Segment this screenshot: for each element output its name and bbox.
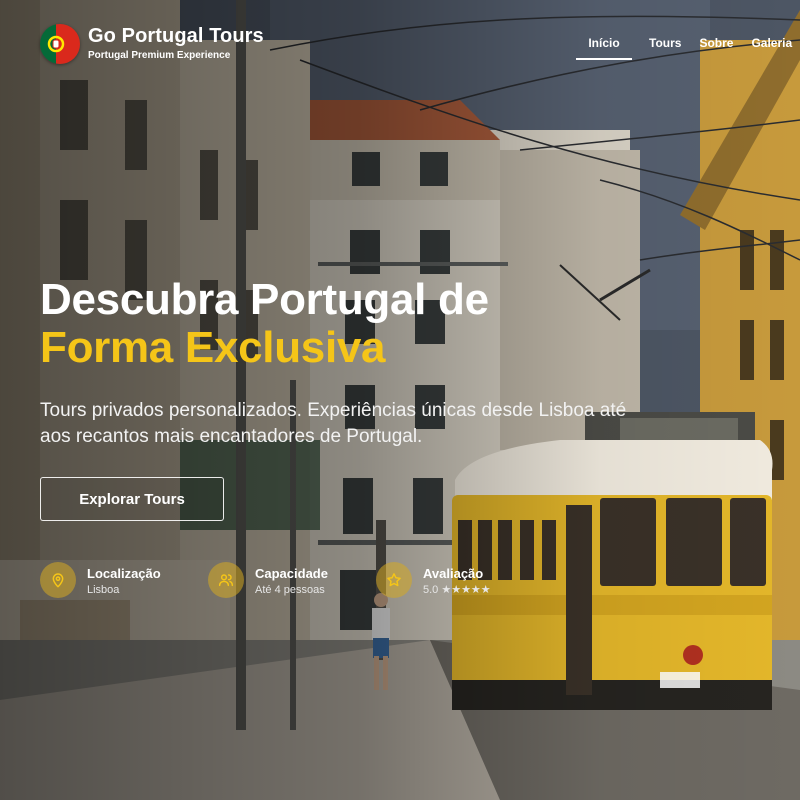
site-header: Go Portugal Tours Portugal Premium Exper… bbox=[0, 0, 800, 80]
star-icon bbox=[376, 562, 412, 598]
hero-title: Descubra Portugal de Forma Exclusiva bbox=[40, 276, 489, 372]
brand-tagline: Portugal Premium Experience bbox=[88, 50, 231, 61]
feature-rating: Avaliação 5.0 ★★★★★ bbox=[376, 562, 491, 598]
feature-label: Localização bbox=[87, 566, 161, 581]
explore-tours-button[interactable]: Explorar Tours bbox=[40, 477, 224, 521]
feature-value: Lisboa bbox=[87, 584, 120, 596]
feature-label: Avaliação bbox=[423, 566, 484, 581]
feature-location: Localização Lisboa bbox=[40, 562, 190, 598]
nav-item-tours[interactable]: Tours bbox=[649, 34, 681, 60]
nav-item-sobre[interactable]: Sobre bbox=[699, 34, 733, 60]
location-pin-icon bbox=[40, 562, 76, 598]
feature-label: Capacidade bbox=[255, 566, 328, 581]
nav-item-inicio[interactable]: Início bbox=[576, 34, 632, 60]
feature-value: 5.0 ★★★★★ bbox=[423, 584, 491, 596]
nav-item-galeria[interactable]: Galeria bbox=[751, 34, 792, 60]
hero-title-line1: Descubra Portugal de bbox=[40, 275, 489, 324]
feature-capacity: Capacidade Até 4 pessoas bbox=[208, 562, 358, 598]
hero-subtitle: Tours privados personalizados. Experiênc… bbox=[40, 400, 627, 447]
hero-title-line2: Forma Exclusiva bbox=[40, 323, 386, 372]
brand-logo[interactable]: Go Portugal Tours Portugal Premium Exper… bbox=[40, 24, 264, 64]
feature-value: Até 4 pessoas bbox=[255, 584, 325, 596]
brand-name: Go Portugal Tours bbox=[88, 25, 264, 47]
feature-list: Localização Lisboa Capacidade Até 4 pess… bbox=[40, 562, 491, 598]
users-icon bbox=[208, 562, 244, 598]
main-nav: Início Tours Sobre Galeria bbox=[576, 34, 792, 60]
portugal-flag-icon bbox=[40, 24, 80, 64]
